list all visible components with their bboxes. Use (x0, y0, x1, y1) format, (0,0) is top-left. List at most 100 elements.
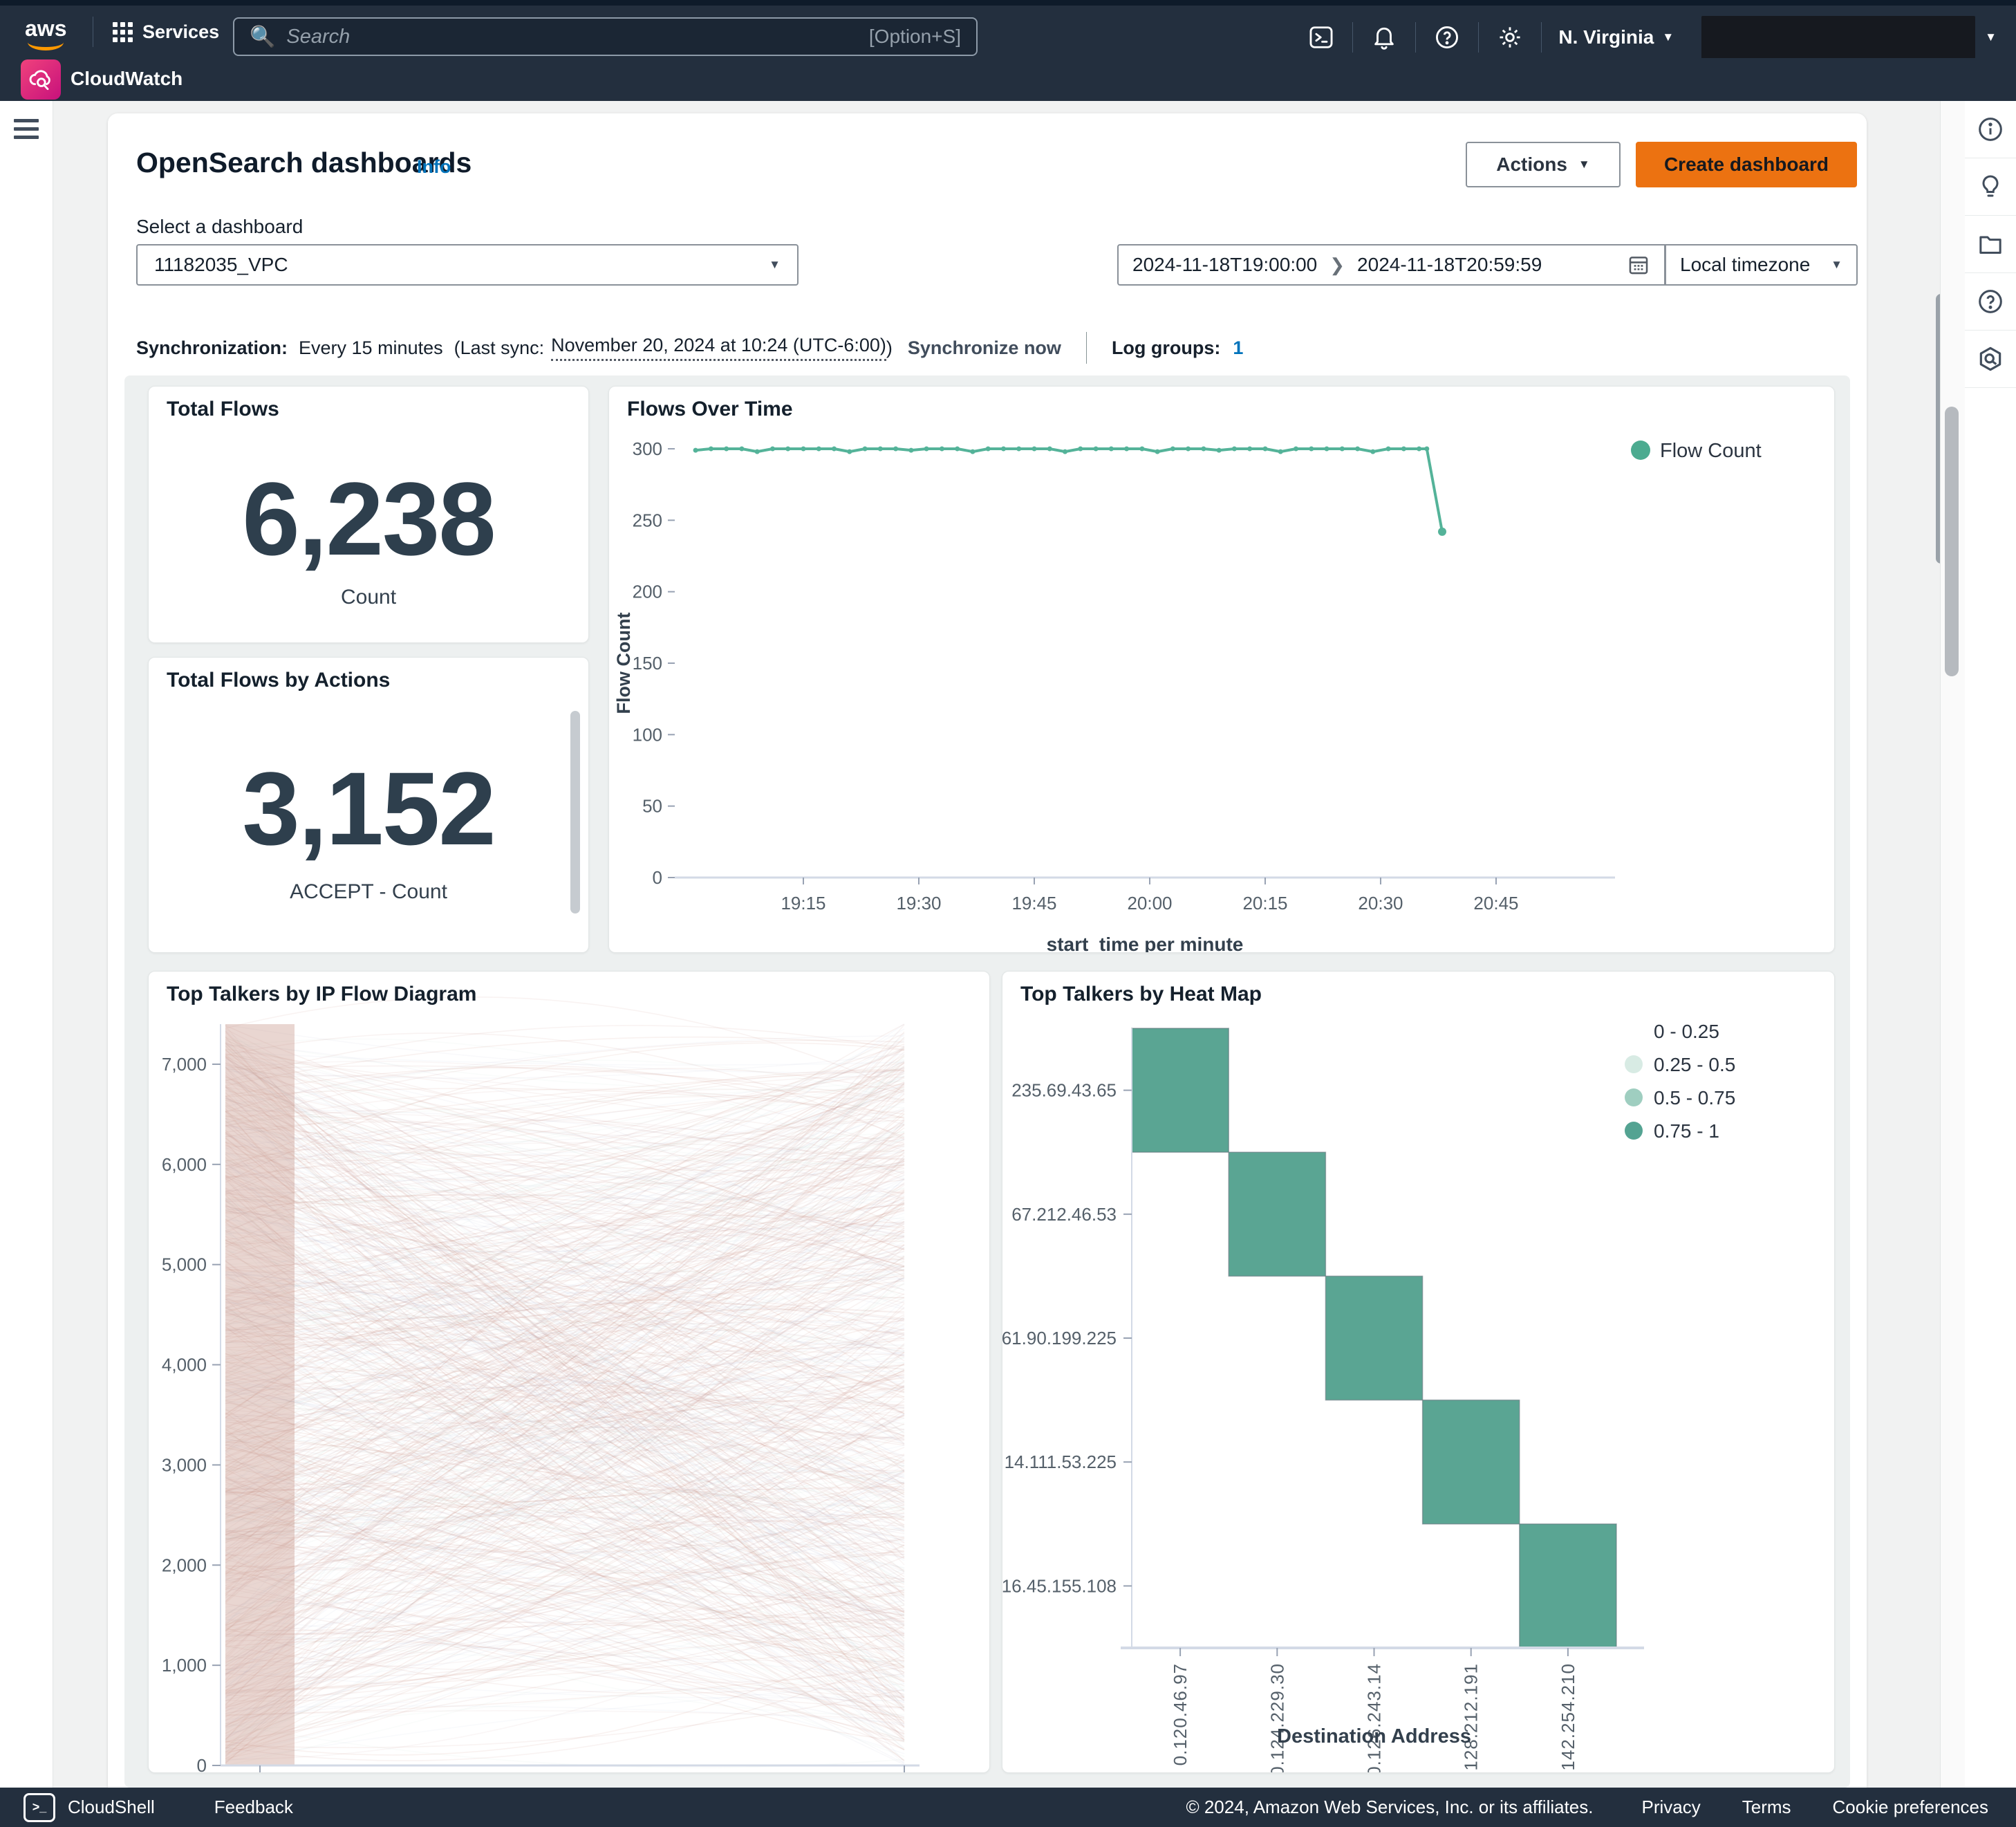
svg-text:Destination Address: Destination Address (1277, 1725, 1471, 1747)
ip-flow-diagram-panel: Top Talkers by IP Flow Diagram 0 1,000 2,0… (148, 971, 990, 1773)
chevron-down-icon: ▼ (1662, 30, 1674, 44)
svg-text:0 - 0.25: 0 - 0.25 (1654, 1021, 1719, 1042)
timezone-value: Local timezone (1680, 254, 1810, 276)
aws-logo[interactable]: aws (25, 18, 66, 50)
svg-text:0.25 - 0.5: 0.25 - 0.5 (1654, 1054, 1735, 1075)
panel-title: Flows Over Time (627, 398, 793, 421)
dashboard-select[interactable]: 11182035_VPC ▼ (136, 244, 799, 286)
accept-count-value: 3,152 (149, 749, 588, 869)
accept-count-label: ACCEPT - Count (149, 880, 588, 904)
panel-title: Top Talkers by IP Flow Diagram (167, 983, 476, 1006)
svg-text:19:30: 19:30 (896, 893, 941, 914)
last-sync-prefix: (Last sync: (454, 337, 545, 359)
svg-text:1,000: 1,000 (162, 1655, 207, 1676)
heat-map-chart[interactable]: 235.69.43.6567.212.46.53161.90.199.22514… (1002, 972, 1834, 1772)
folder-icon[interactable] (1965, 216, 2016, 273)
browser-top-strip (0, 0, 2016, 6)
page-scrollbar-thumb[interactable] (1945, 407, 1959, 676)
svg-text:0.128.212.191: 0.128.212.191 (1461, 1663, 1482, 1772)
svg-text:50: 50 (642, 796, 662, 817)
panel-title: Total Flows (167, 398, 279, 421)
svg-text:14.111.53.225: 14.111.53.225 (1005, 1452, 1117, 1472)
total-flows-by-actions-panel: Total Flows by Actions 3,152 ACCEPT - Co… (148, 657, 589, 953)
svg-text:Flow Count: Flow Count (1660, 440, 1762, 462)
page-scrollbar-track[interactable] (1940, 101, 1966, 1788)
ip-flow-diagram-chart[interactable]: 01,0002,0003,0004,0005,0006,0007,000Sour… (149, 972, 989, 1772)
sync-label: Synchronization: (136, 337, 288, 359)
help-panel-icon[interactable] (1965, 273, 2016, 331)
footer-cookie-preferences-link[interactable]: Cookie preferences (1833, 1797, 1988, 1818)
services-menu-button[interactable]: Services (93, 6, 239, 58)
svg-text:19:45: 19:45 (1011, 893, 1056, 914)
svg-text:3,000: 3,000 (162, 1454, 207, 1475)
region-selector[interactable]: N. Virginia ▼ (1542, 26, 1681, 48)
svg-text:4,000: 4,000 (162, 1355, 207, 1375)
svg-text:Flow Count: Flow Count (613, 613, 634, 714)
dashboard-iframe-area: Total Flows 6,238 Count Flows Over Time … (124, 375, 1850, 1788)
cloudshell-icon[interactable] (1290, 24, 1352, 50)
total-flows-panel: Total Flows 6,238 Count (148, 386, 589, 643)
create-dashboard-button[interactable]: Create dashboard (1636, 142, 1857, 187)
svg-text:7,000: 7,000 (162, 1054, 207, 1075)
console-search-input[interactable]: 🔍 Search [Option+S] (233, 17, 978, 56)
chevron-down-icon[interactable]: ▼ (1985, 30, 1997, 44)
footer-terms-link[interactable]: Terms (1742, 1797, 1791, 1818)
help-icon[interactable] (1416, 24, 1478, 50)
amazon-q-icon[interactable] (1965, 331, 2016, 388)
svg-text:0.5 - 0.75: 0.5 - 0.75 (1654, 1087, 1735, 1109)
last-sync-date[interactable]: November 20, 2024 at 10:24 (UTC-6:00) (551, 335, 886, 361)
actions-button-label: Actions (1496, 154, 1567, 176)
svg-text:100: 100 (633, 724, 662, 745)
select-dashboard-label: Select a dashboard (136, 216, 303, 238)
date-range-picker[interactable]: 2024-11-18T19:00:00 ❯ 2024-11-18T20:59:5… (1117, 244, 1665, 286)
chevron-down-icon: ▼ (1578, 158, 1590, 171)
date-end-value: 2024-11-18T20:59:59 (1357, 254, 1542, 276)
synchronize-now-button[interactable]: Synchronize now (908, 337, 1061, 359)
notifications-bell-icon[interactable] (1353, 24, 1415, 50)
svg-text:200: 200 (633, 582, 662, 602)
hamburger-menu-icon[interactable] (14, 119, 39, 144)
info-link[interactable]: Info (417, 156, 451, 178)
next-stat-value-clipped: 3,086 (149, 938, 588, 953)
flows-over-time-chart[interactable]: 05010015020025030019:1519:3019:4520:0020… (609, 387, 1834, 952)
cloudshell-terminal-icon[interactable]: >_ (24, 1793, 55, 1822)
actions-button[interactable]: Actions ▼ (1466, 142, 1621, 187)
svg-text:2,000: 2,000 (162, 1555, 207, 1575)
svg-text:19:15: 19:15 (781, 893, 825, 914)
svg-text:20:00: 20:00 (1127, 893, 1172, 914)
date-start-value: 2024-11-18T19:00:00 (1132, 254, 1317, 276)
left-sidebar (0, 101, 53, 1788)
lightbulb-icon[interactable] (1965, 158, 2016, 216)
flows-over-time-panel: Flows Over Time 05010015020025030019:151… (608, 386, 1835, 953)
svg-text:216.45.155.108: 216.45.155.108 (1002, 1575, 1117, 1596)
chevron-right-icon: ❯ (1329, 254, 1345, 276)
timezone-select[interactable]: Local timezone ▼ (1665, 244, 1858, 286)
svg-text:300: 300 (633, 438, 662, 459)
log-groups-count-link[interactable]: 1 (1233, 337, 1243, 359)
total-flows-value: 6,238 (149, 459, 588, 579)
svg-text:235.69.43.65: 235.69.43.65 (1011, 1080, 1117, 1101)
panel-scrollbar[interactable] (570, 711, 580, 914)
divider (1086, 332, 1087, 364)
chevron-down-icon: ▼ (769, 258, 781, 272)
region-label: N. Virginia (1558, 26, 1654, 48)
svg-text:0.126.243.14: 0.126.243.14 (1364, 1663, 1385, 1772)
svg-text:0.120.46.97: 0.120.46.97 (1170, 1663, 1191, 1765)
right-tools-rail (1965, 101, 2016, 1788)
sync-frequency: Every 15 minutes (299, 337, 443, 359)
svg-text:0: 0 (197, 1755, 207, 1772)
svg-text:0.124.229.30: 0.124.229.30 (1267, 1663, 1287, 1772)
cloudwatch-icon[interactable] (21, 59, 61, 100)
footer-feedback-link[interactable]: Feedback (214, 1797, 293, 1818)
svg-text:161.90.199.225: 161.90.199.225 (1002, 1328, 1117, 1348)
footer-privacy-link[interactable]: Privacy (1642, 1797, 1701, 1818)
search-icon: 🔍 (250, 25, 275, 49)
info-panel-icon[interactable] (1965, 101, 2016, 158)
last-sync-suffix: ) (886, 337, 893, 359)
create-dashboard-label: Create dashboard (1664, 154, 1829, 176)
settings-gear-icon[interactable] (1479, 24, 1541, 50)
svg-text:0.75 - 1: 0.75 - 1 (1654, 1120, 1719, 1142)
account-menu-redacted[interactable] (1701, 16, 1975, 59)
breadcrumb-service-name[interactable]: CloudWatch (71, 68, 183, 90)
footer-cloudshell-link[interactable]: CloudShell (68, 1797, 155, 1818)
